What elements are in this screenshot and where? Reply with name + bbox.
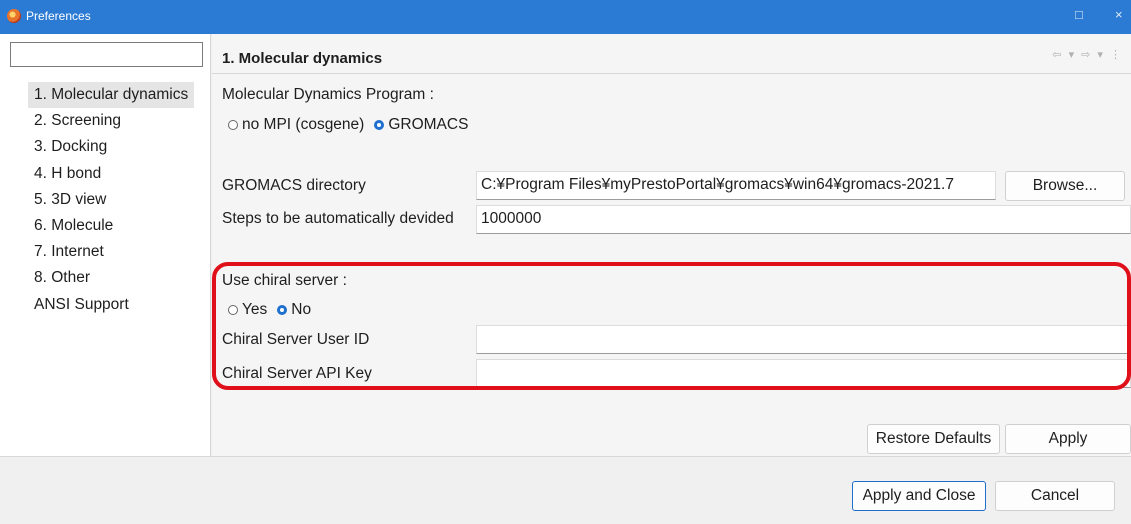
app-icon (7, 9, 21, 23)
history-nav-icons[interactable]: ⇦ ▾ ⇨ ▾ ⋮ (1052, 48, 1123, 61)
apply-and-close-button[interactable]: Apply and Close (852, 481, 986, 511)
apply-button[interactable]: Apply (1005, 424, 1131, 454)
gromacs-directory-label: GROMACS directory (222, 177, 366, 194)
title-bar: Preferences □ × (0, 0, 1131, 34)
chiral-radio-group: Yes No (228, 301, 321, 319)
page-title: 1. Molecular dynamics (222, 50, 383, 67)
chiral-user-id-label: Chiral Server User ID (222, 331, 370, 348)
gromacs-directory-field[interactable]: C:¥Program Files¥myPrestoPortal¥gromacs¥… (476, 171, 996, 200)
dialog-footer: Apply and Close Cancel (0, 456, 1131, 524)
sidebar-item-docking[interactable]: 3. Docking (28, 134, 194, 160)
preference-tree: 1. Molecular dynamics 2. Screening 3. Do… (28, 82, 195, 318)
window-title: Preferences (26, 9, 91, 23)
chiral-api-key-label: Chiral Server API Key (222, 365, 372, 382)
radio-no-label[interactable]: No (291, 301, 311, 319)
radio-gromacs[interactable] (374, 120, 385, 130)
radio-yes-label[interactable]: Yes (242, 301, 267, 319)
sidebar-item-molecular-dynamics[interactable]: 1. Molecular dynamics (28, 82, 195, 109)
sidebar-item-other[interactable]: 8. Other (28, 265, 194, 291)
radio-no-mpi-label[interactable]: no MPI (cosgene) (242, 116, 364, 134)
sidebar-item-3d-view[interactable]: 5. 3D view (28, 187, 194, 213)
steps-field[interactable]: 1000000 (476, 205, 1131, 234)
radio-no[interactable] (277, 305, 288, 315)
preference-page: 1. Molecular dynamics ⇦ ▾ ⇨ ▾ ⋮ Molecula… (212, 34, 1131, 456)
chiral-user-id-field[interactable] (476, 325, 1131, 354)
filter-input[interactable] (10, 42, 203, 67)
sidebar-item-screening[interactable]: 2. Screening (28, 108, 194, 134)
close-button[interactable]: × (1115, 7, 1123, 22)
md-program-radio-group: no MPI (cosgene) GROMACS (228, 116, 478, 134)
radio-no-mpi[interactable] (228, 120, 238, 130)
chiral-api-key-field[interactable] (476, 359, 1131, 388)
cancel-button[interactable]: Cancel (995, 481, 1115, 511)
sidebar-item-ansi-support[interactable]: ANSI Support (28, 292, 194, 318)
md-program-label: Molecular Dynamics Program : (222, 86, 434, 103)
radio-gromacs-label[interactable]: GROMACS (388, 116, 468, 134)
steps-label: Steps to be automatically devided (222, 210, 454, 227)
chiral-server-label: Use chiral server : (222, 272, 347, 289)
sidebar-item-h-bond[interactable]: 4. H bond (28, 161, 194, 187)
radio-yes[interactable] (228, 305, 238, 315)
restore-defaults-button[interactable]: Restore Defaults (867, 424, 1000, 454)
browse-button[interactable]: Browse... (1005, 171, 1125, 201)
sidebar: 1. Molecular dynamics 2. Screening 3. Do… (0, 34, 211, 456)
maximize-button[interactable]: □ (1075, 7, 1083, 22)
page-header: 1. Molecular dynamics ⇦ ▾ ⇨ ▾ ⋮ (212, 46, 1131, 74)
sidebar-item-molecule[interactable]: 6. Molecule (28, 213, 194, 239)
sidebar-item-internet[interactable]: 7. Internet (28, 239, 194, 265)
